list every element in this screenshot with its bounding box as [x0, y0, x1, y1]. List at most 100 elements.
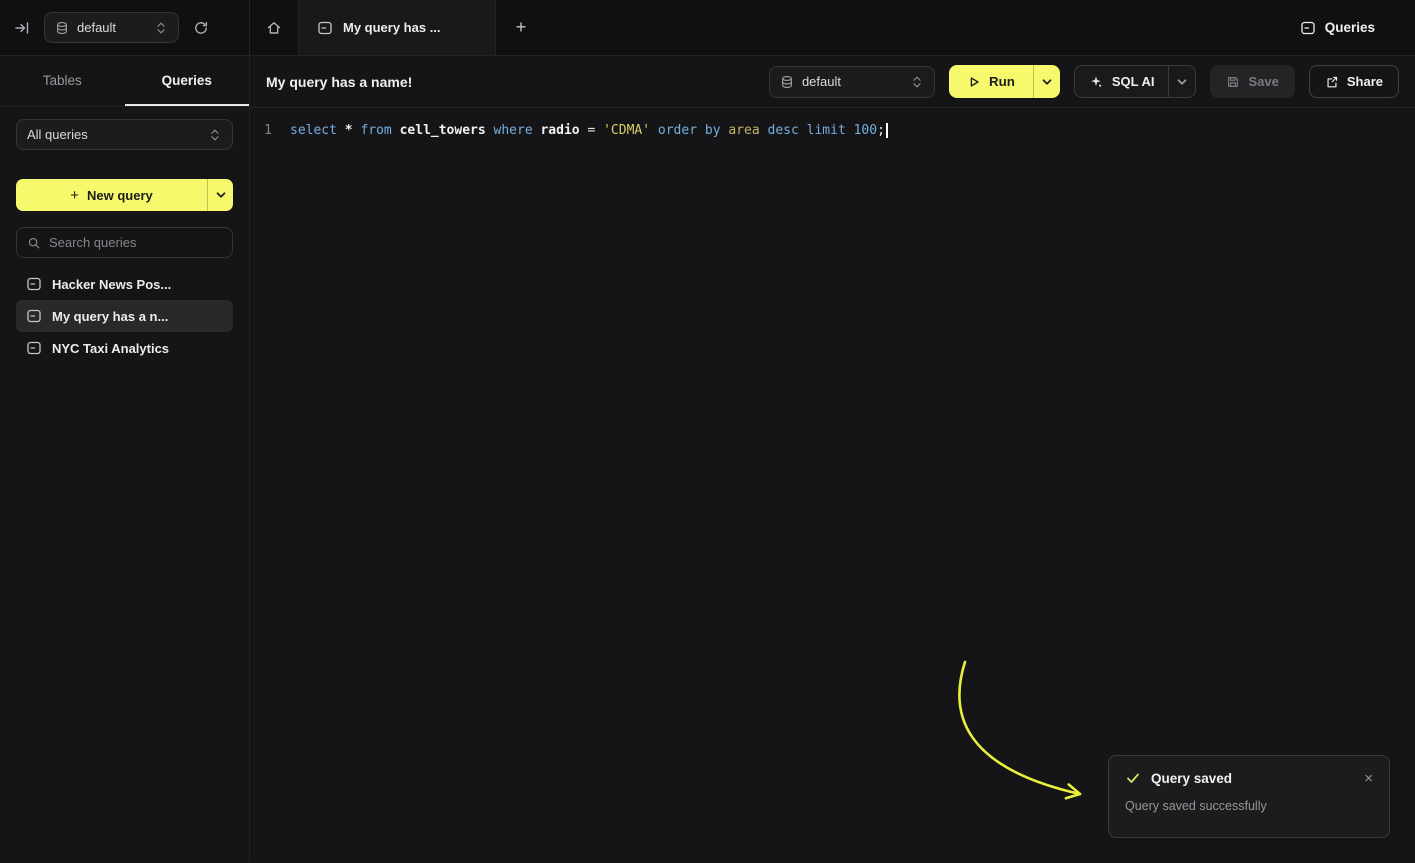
code-token	[337, 123, 345, 138]
code-token	[486, 123, 494, 138]
search-icon	[27, 236, 41, 250]
toast-close-button[interactable]: ×	[1364, 771, 1373, 786]
query-icon	[26, 308, 42, 324]
code-token	[697, 123, 705, 138]
code-token: desc	[768, 123, 799, 138]
chevron-updown-icon	[208, 128, 222, 142]
chevron-updown-icon	[154, 21, 168, 35]
collapse-sidebar-icon	[14, 20, 30, 36]
query-list: Hacker News Pos... My query has a n... NYC…	[16, 268, 233, 364]
topbar-left: default	[0, 0, 250, 55]
queries-link-label: Queries	[1325, 20, 1375, 35]
topbar-tabs: My query has ... +	[250, 0, 536, 55]
queries-icon	[1300, 20, 1316, 36]
code-token: from	[360, 123, 391, 138]
toast-header: Query saved ×	[1125, 770, 1373, 786]
query-icon	[26, 276, 42, 292]
sidebar-tabs: Tables Queries	[0, 56, 249, 107]
refresh-icon	[193, 20, 209, 36]
search-queries-box	[16, 227, 233, 258]
code-token: cell_towers	[400, 123, 486, 138]
queries-filter-select[interactable]: All queries	[16, 119, 233, 150]
topbar-database-selector[interactable]: default	[44, 12, 179, 43]
run-split-button: Run	[949, 65, 1060, 98]
body-row: Tables Queries All queries + New query	[0, 56, 1415, 862]
query-tab[interactable]: My query has ...	[298, 0, 496, 55]
code-token: area	[728, 123, 759, 138]
toast-message: Query saved successfully	[1125, 799, 1373, 813]
run-button[interactable]: Run	[949, 65, 1033, 98]
query-list-item[interactable]: Hacker News Pos...	[16, 268, 233, 300]
save-button[interactable]: Save	[1210, 65, 1294, 98]
new-query-split-button: + New query	[16, 179, 233, 211]
new-query-button[interactable]: + New query	[16, 179, 207, 211]
code-token: ;	[877, 123, 885, 138]
main-header: My query has a name! default	[250, 56, 1415, 108]
chevron-down-icon	[1040, 75, 1054, 89]
code-token	[392, 123, 400, 138]
sidebar: Tables Queries All queries + New query	[0, 56, 250, 862]
queries-link[interactable]: Queries	[1300, 20, 1375, 36]
tab-tables[interactable]: Tables	[0, 56, 125, 106]
share-button[interactable]: Share	[1309, 65, 1399, 98]
sql-ai-split-button: SQL AI	[1074, 65, 1197, 98]
editor-database-selector[interactable]: default	[769, 66, 935, 98]
code-line: select * from cell_towers where radio = …	[290, 123, 885, 138]
sql-ai-label: SQL AI	[1112, 74, 1155, 89]
save-label: Save	[1248, 74, 1278, 89]
collapse-sidebar-button[interactable]	[14, 20, 30, 36]
code-token: order	[658, 123, 697, 138]
code-token: select	[290, 123, 337, 138]
code-row: 1 select * from cell_towers where radio …	[250, 120, 1415, 140]
sidebar-content: All queries + New query	[0, 107, 249, 376]
query-title: My query has a name!	[266, 74, 412, 90]
new-tab-button[interactable]: +	[506, 0, 536, 55]
main-panel: My query has a name! default	[250, 56, 1415, 862]
code-token: by	[705, 123, 721, 138]
query-list-item[interactable]: My query has a n...	[16, 300, 233, 332]
code-token: limit	[807, 123, 846, 138]
tab-queries[interactable]: Queries	[125, 56, 250, 106]
code-token	[846, 123, 854, 138]
refresh-button[interactable]	[193, 20, 209, 36]
topbar-right: Queries	[1300, 0, 1415, 55]
home-button[interactable]	[250, 0, 298, 55]
code-token: 100	[854, 123, 877, 138]
chevron-down-icon	[1175, 75, 1189, 89]
sql-ai-dropdown-button[interactable]	[1168, 66, 1195, 97]
query-list-item[interactable]: NYC Taxi Analytics	[16, 332, 233, 364]
sql-ai-button[interactable]: SQL AI	[1075, 66, 1169, 97]
sql-editor[interactable]: 1 select * from cell_towers where radio …	[250, 108, 1415, 862]
database-icon	[780, 75, 794, 89]
queries-filter-value: All queries	[27, 127, 88, 142]
search-queries-input[interactable]	[49, 235, 225, 250]
code-token: radio	[540, 123, 579, 138]
code-token: where	[494, 123, 533, 138]
new-query-dropdown-button[interactable]	[207, 179, 233, 211]
code-token: *	[345, 123, 353, 138]
run-dropdown-button[interactable]	[1033, 65, 1060, 98]
editor-database-value: default	[802, 74, 841, 89]
text-cursor	[886, 123, 888, 138]
plus-icon: +	[70, 187, 79, 204]
query-item-label: Hacker News Pos...	[52, 277, 171, 292]
query-item-label: NYC Taxi Analytics	[52, 341, 169, 356]
check-icon	[1125, 770, 1141, 786]
query-item-label: My query has a n...	[52, 309, 168, 324]
line-number: 1	[250, 123, 272, 138]
run-label: Run	[989, 74, 1015, 89]
new-query-label: New query	[87, 188, 153, 203]
header-actions: default Run	[769, 65, 1399, 98]
query-tab-label: My query has ...	[343, 20, 441, 35]
code-token	[760, 123, 768, 138]
code-token: 'CDMA'	[603, 123, 650, 138]
toast-title: Query saved	[1151, 771, 1354, 786]
chevron-updown-icon	[910, 75, 924, 89]
share-label: Share	[1347, 74, 1383, 89]
topbar: default My query has ... +	[0, 0, 1415, 56]
database-icon	[55, 21, 69, 35]
play-icon	[967, 75, 981, 89]
topbar-database-value: default	[77, 20, 116, 35]
code-token	[595, 123, 603, 138]
chevron-down-icon	[214, 188, 228, 202]
